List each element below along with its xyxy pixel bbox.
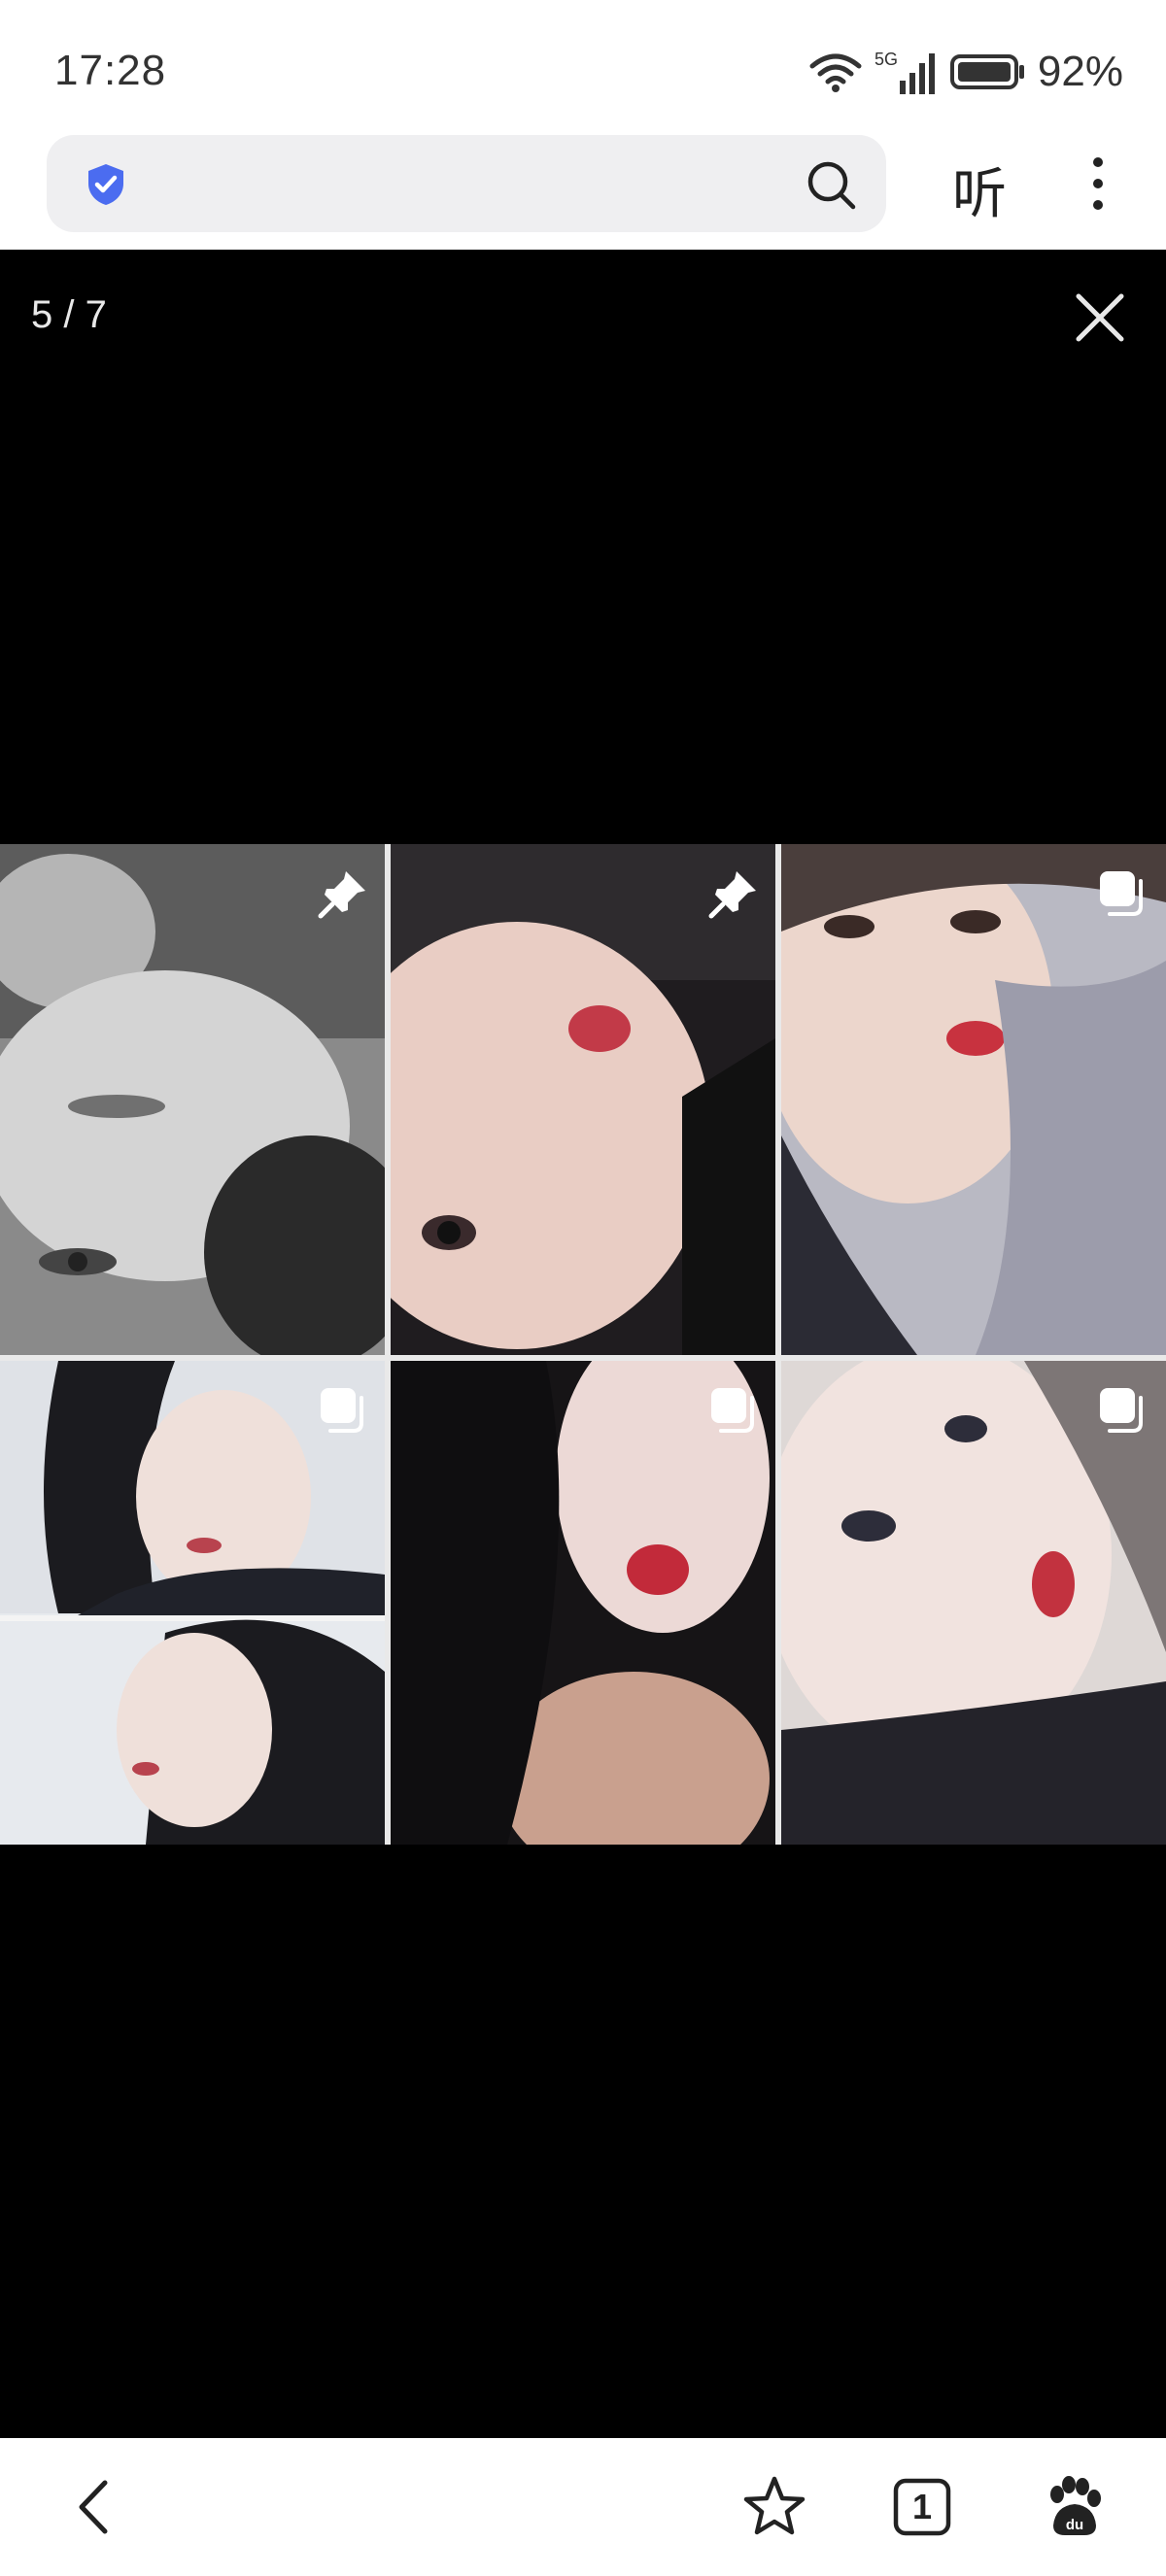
network-type-label: 5G	[874, 50, 898, 69]
wifi-icon	[808, 51, 863, 93]
address-bar[interactable]	[47, 135, 886, 232]
portrait-image	[781, 844, 1166, 1355]
tab-count: 1	[911, 2487, 933, 2526]
search-icon[interactable]	[805, 158, 857, 211]
listen-button[interactable]: 听	[952, 151, 1007, 229]
shield-check-icon[interactable]	[84, 162, 128, 207]
image-viewer[interactable]: 5 / 7	[0, 250, 1166, 2438]
signal-icon: 5G	[874, 48, 939, 96]
back-icon[interactable]	[62, 2473, 130, 2541]
baidu-paw-icon[interactable]: du	[1038, 2473, 1106, 2541]
portrait-image	[0, 844, 385, 1355]
battery-percent: 92%	[1037, 48, 1123, 95]
bottom-navigation: 1 du	[0, 2438, 1166, 2576]
photo-1[interactable]	[0, 844, 385, 1355]
battery-icon	[949, 52, 1026, 91]
status-right: 5G 92%	[808, 43, 1123, 101]
star-icon[interactable]	[740, 2473, 808, 2541]
multi-image-icon	[321, 1388, 363, 1433]
photo-3[interactable]	[781, 844, 1166, 1355]
svg-text:du: du	[1066, 2517, 1083, 2533]
pin-icon	[708, 871, 756, 919]
browser-toolbar: 听	[0, 131, 1166, 250]
multi-image-icon	[1100, 871, 1143, 916]
photo-collage[interactable]	[0, 844, 1166, 1845]
status-bar: 17:28 5G 92%	[0, 0, 1166, 131]
multi-image-icon	[711, 1388, 754, 1433]
portrait-image	[391, 844, 775, 1355]
multi-image-icon	[1100, 1388, 1143, 1433]
pin-icon	[318, 871, 365, 919]
image-counter: 5 / 7	[31, 293, 107, 336]
tabs-button[interactable]: 1	[888, 2473, 956, 2541]
status-time: 17:28	[54, 47, 167, 94]
close-icon[interactable]	[1073, 290, 1127, 345]
photo-2[interactable]	[391, 844, 775, 1355]
more-vertical-icon[interactable]	[1079, 154, 1117, 213]
